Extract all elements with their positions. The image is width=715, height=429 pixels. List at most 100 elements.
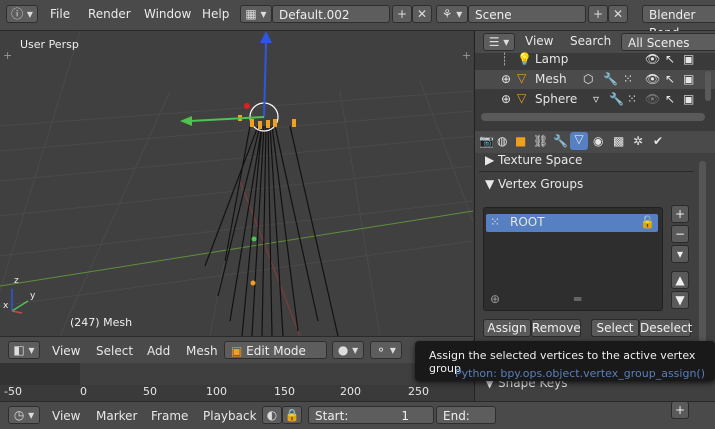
outliner-row-sphere[interactable]: ⊕ ▽ Sphere ▿ 🔧 ⁙ 👁 ↖ ▣ (475, 90, 715, 109)
physics-tab-icon[interactable]: ✔ (653, 134, 663, 148)
menu-view[interactable]: View (52, 344, 80, 358)
menu-render[interactable]: Render (88, 7, 131, 21)
viewport-header: ◧ ▾ View Select Add Mesh ▣ Edit Mode ● ▾… (0, 336, 473, 364)
particles-tab-icon[interactable]: ✲ (633, 134, 643, 148)
add-shape-key-button[interactable]: + (671, 401, 689, 419)
screen-layout-icon[interactable]: ▦ ▾ (240, 5, 272, 23)
scene-tab-icon[interactable]: ◍ (497, 134, 507, 148)
menu-view[interactable]: View (525, 34, 553, 48)
expand-icon[interactable]: ⊕ (501, 72, 511, 86)
eye-icon[interactable]: 👁 (645, 92, 660, 106)
list-resize-handle[interactable]: ═ (574, 292, 581, 306)
cursor-icon[interactable]: ↖ (665, 92, 675, 106)
menu-playback[interactable]: Playback (203, 409, 257, 423)
move-down-button[interactable]: ▼ (671, 291, 689, 309)
wrench-icon: 🔧 (609, 92, 624, 106)
outliner-v-scrollbar[interactable] (705, 71, 711, 101)
pivot-point-icon[interactable]: ⚬ ▾ (370, 341, 402, 359)
start-label: Start: (315, 409, 349, 423)
editor-type-cube-icon[interactable]: ◧ ▾ (8, 341, 40, 359)
eye-icon[interactable]: 👁 (645, 72, 660, 86)
editor-type-info-icon[interactable]: ⓘ ▾ (6, 5, 38, 23)
viewport-canvas[interactable] (0, 31, 473, 336)
menu-marker[interactable]: Marker (96, 409, 137, 423)
outliner[interactable]: ☰ ▾ View Search All Scenes ┊ 💡 Lamp 👁 ↖ … (474, 31, 715, 131)
move-up-button[interactable]: ▲ (671, 271, 689, 289)
mesh-data-icon: ⬡ (583, 72, 594, 86)
data-tab-icon[interactable]: ▽ (570, 132, 588, 150)
viewport-shading-icon[interactable]: ● ▾ (332, 341, 364, 359)
material-tab-icon[interactable]: ◉ (593, 134, 603, 148)
top-header: ⓘ ▾ File Render Window Help ▦ ▾ Default.… (0, 0, 715, 40)
remove-scene-icon[interactable]: ✕ (608, 5, 628, 23)
cursor-icon[interactable]: ↖ (665, 72, 675, 86)
scene-selector-icon[interactable]: ⚘ ▾ (436, 5, 468, 23)
vertex-groups-panel[interactable]: ▼ Vertex Groups (485, 177, 583, 191)
remove-group-button[interactable]: − (671, 225, 689, 243)
tick-label: 200 (340, 385, 361, 398)
object-tab-icon[interactable]: ■ (515, 134, 526, 148)
menu-window[interactable]: Window (144, 7, 191, 21)
end-label: End: (443, 409, 470, 423)
menu-mesh[interactable]: Mesh (186, 344, 218, 358)
tick-label: 250 (408, 385, 429, 398)
tick-label: 0 (80, 385, 87, 398)
outliner-filter[interactable]: All Scenes (621, 33, 715, 51)
end-frame-field[interactable]: End: (436, 406, 496, 424)
vertex-group-row[interactable]: ⁙ ROOT 🔓 (486, 214, 658, 232)
assign-button[interactable]: Assign (483, 319, 531, 337)
render-tab-icon[interactable]: 📷 (479, 134, 494, 148)
menu-add[interactable]: Add (147, 344, 170, 358)
outliner-row-lamp[interactable]: ┊ 💡 Lamp 👁 ↖ ▣ (475, 50, 715, 69)
menu-frame[interactable]: Frame (151, 409, 188, 423)
camera-icon[interactable]: ▣ (683, 92, 694, 106)
start-value: 1 (401, 409, 409, 423)
start-frame-field[interactable]: Start: 1 (308, 406, 434, 424)
editor-type-clock-icon[interactable]: ◷ ▾ (8, 406, 40, 424)
constraints-tab-icon[interactable]: ⛓ (533, 134, 548, 148)
remove-button[interactable]: Remove (531, 319, 581, 337)
add-layout-icon[interactable]: + (392, 5, 412, 23)
screen-layout-field[interactable]: Default.002 (272, 5, 390, 23)
tooltip-python: Python: bpy.ops.object.vertex_group_assi… (455, 367, 706, 380)
area-plus-icon[interactable]: + (3, 49, 12, 62)
remove-layout-icon[interactable]: ✕ (412, 5, 432, 23)
render-engine-field[interactable]: Blender Rend (642, 5, 715, 40)
menu-file[interactable]: File (50, 7, 70, 21)
list-options-icon[interactable]: ⊕ (490, 292, 500, 306)
camera-icon[interactable]: ▣ (683, 52, 694, 66)
add-scene-icon[interactable]: + (588, 5, 608, 23)
menu-search[interactable]: Search (570, 34, 611, 48)
properties-tabs: 📷 ◍ ■ ⛓ 🔧 ▽ ◉ ▩ ✲ ✔ (475, 131, 715, 153)
outliner-row-mesh[interactable]: ⊕ ▽ Mesh ⬡ 🔧 ⁙ 👁 ↖ ▣ (475, 70, 715, 89)
3d-viewport[interactable]: User Persp (247) Mesh z y x + + (0, 31, 473, 336)
menu-view[interactable]: View (52, 409, 80, 423)
tooltip: Assign the selected vertices to the acti… (415, 341, 715, 381)
scene-field[interactable]: Scene (468, 5, 586, 23)
outliner-h-scrollbar[interactable] (481, 113, 705, 121)
vertex-group-list[interactable]: ⁙ ROOT 🔓 ⊕ ═ (483, 207, 663, 311)
outliner-row-label: Sphere (535, 92, 578, 106)
editor-type-outliner-icon[interactable]: ☰ ▾ (483, 33, 515, 51)
texture-space-panel[interactable]: ▶ Texture Space (485, 153, 582, 167)
tick-label: 100 (206, 385, 227, 398)
lock-icon[interactable]: 🔓 (640, 215, 655, 229)
texture-tab-icon[interactable]: ▩ (613, 134, 624, 148)
area-plus-icon[interactable]: + (462, 49, 471, 62)
expand-icon[interactable]: ⊕ (501, 92, 511, 106)
add-group-button[interactable]: + (671, 205, 689, 223)
keying-set-icon[interactable]: ◐ (262, 406, 282, 424)
group-specials-button[interactable]: ▾ (671, 245, 689, 263)
deselect-button[interactable]: Deselect (639, 319, 692, 337)
cursor-icon[interactable]: ↖ (665, 52, 675, 66)
select-button[interactable]: Select (591, 319, 639, 337)
eye-icon[interactable]: 👁 (645, 52, 660, 66)
camera-icon[interactable]: ▣ (683, 72, 694, 86)
lock-icon[interactable]: 🔒 (282, 406, 302, 424)
timeline-area[interactable]: -50 0 50 100 150 200 250 (0, 363, 473, 401)
menu-help[interactable]: Help (202, 7, 229, 21)
menu-select[interactable]: Select (96, 344, 133, 358)
properties-scrollbar[interactable] (699, 161, 706, 371)
modifiers-tab-icon[interactable]: 🔧 (553, 134, 568, 148)
mode-selector[interactable]: ▣ Edit Mode (224, 341, 327, 359)
